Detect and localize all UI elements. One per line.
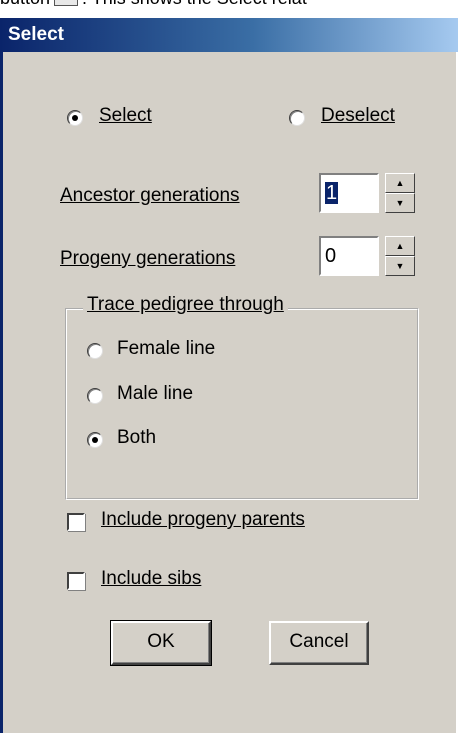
caption-before: button [0, 0, 50, 8]
select-dialog: Select Select Deselect Ancestor generati… [0, 18, 458, 733]
deselect-radio-label[interactable]: Deselect [321, 105, 395, 127]
dialog-title[interactable]: Select [0, 18, 458, 52]
radio-dot-icon [72, 115, 78, 121]
include-sibs-label[interactable]: Include sibs [101, 568, 201, 590]
radio-dot-icon [92, 437, 98, 443]
ancestor-spinner: ▲ ▼ [385, 173, 415, 213]
select-radio[interactable] [67, 110, 83, 126]
spin-up-arrow-icon[interactable]: ▲ [385, 236, 415, 256]
toolbar-button-icon [54, 0, 79, 7]
male-line-label[interactable]: Male line [117, 383, 193, 405]
female-line-radio[interactable] [87, 343, 103, 359]
spin-down-arrow-icon[interactable]: ▼ [385, 256, 415, 276]
male-line-radio[interactable] [87, 388, 103, 404]
progeny-generations-input[interactable]: 0 [319, 236, 379, 276]
ancestor-generations-label: Ancestor generations [60, 185, 240, 206]
include-progeny-parents-checkbox[interactable] [67, 513, 85, 531]
ok-button[interactable]: OK [110, 620, 212, 666]
progeny-generations-label: Progeny generations [60, 248, 236, 269]
trace-pedigree-legend: Trace pedigree through [83, 294, 288, 316]
caption-after: . This shows the Select relat [82, 0, 307, 8]
spin-up-arrow-icon[interactable]: ▲ [385, 173, 415, 193]
both-label[interactable]: Both [117, 427, 156, 449]
both-radio[interactable] [87, 432, 103, 448]
select-radio-label[interactable]: Select [99, 105, 152, 127]
page: button . This shows the Select relat Sele… [0, 0, 458, 733]
background-caption-text: button . This shows the Select relat [0, 0, 458, 10]
cancel-button[interactable]: Cancel [269, 621, 369, 665]
female-line-label[interactable]: Female line [117, 338, 215, 360]
include-progeny-parents-label[interactable]: Include progeny parents [101, 509, 305, 531]
progeny-spinner: ▲ ▼ [385, 236, 415, 276]
deselect-radio[interactable] [289, 110, 305, 126]
spin-down-arrow-icon[interactable]: ▼ [385, 193, 415, 213]
ancestor-generations-input[interactable]: 1 [319, 173, 379, 213]
include-sibs-checkbox[interactable] [67, 572, 85, 590]
